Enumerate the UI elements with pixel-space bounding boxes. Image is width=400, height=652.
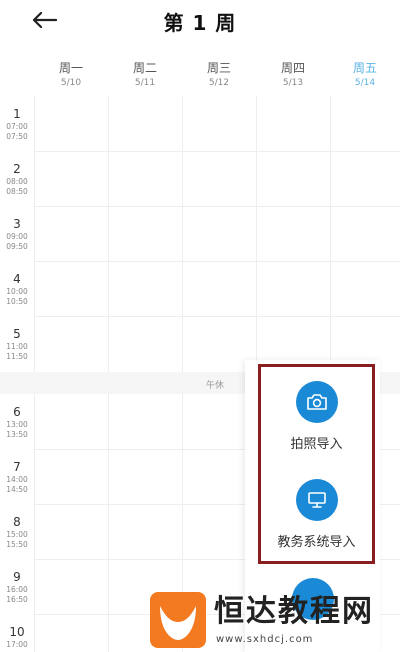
camera-icon <box>306 394 327 410</box>
page-title: 第 1 周 <box>163 11 237 35</box>
academic-system-import-button[interactable]: 教务系统导入 <box>258 479 375 550</box>
day-header-mon: 周一 5/10 <box>58 61 83 88</box>
grid-row-line <box>34 206 400 207</box>
grid-row-line <box>34 151 400 152</box>
grid-row-line <box>34 316 400 317</box>
day-header-fri: 周五 5/14 <box>352 61 377 88</box>
monitor-icon <box>307 492 326 508</box>
academic-import-label: 教务系统导入 <box>277 535 356 550</box>
period-7: 7 14:00 14:50 <box>6 460 28 494</box>
day-header-thu: 周四 5/13 <box>280 61 305 88</box>
grid-row-line <box>34 261 400 262</box>
period-2: 2 08:00 08:50 <box>6 162 28 196</box>
period-9: 9 16:00 16:50 <box>6 570 28 604</box>
academic-import-icon-circle[interactable] <box>295 479 338 521</box>
period-4: 4 10:00 10:50 <box>6 272 28 306</box>
watermark-logo-icon <box>150 592 206 648</box>
photo-import-label: 拍照导入 <box>290 437 343 452</box>
period-5: 5 11:00 11:50 <box>6 327 28 361</box>
period-1: 1 07:00 07:50 <box>6 107 28 141</box>
period-10: 10 17:00 <box>6 625 28 649</box>
watermark: 恒达教程网 www.sxhdcj.com <box>150 592 400 652</box>
watermark-text: 恒达教程网 <box>214 594 374 629</box>
period-6: 6 13:00 13:50 <box>6 405 28 439</box>
period-8: 8 15:00 15:50 <box>6 515 28 549</box>
day-header-tue: 周二 5/11 <box>132 61 157 88</box>
day-header-wed: 周三 5/12 <box>206 61 231 88</box>
watermark-url: www.sxhdcj.com <box>216 634 314 645</box>
noon-break-label: 午休 <box>206 381 225 391</box>
top-bar: 第 1 周 <box>0 0 400 44</box>
photo-import-button[interactable]: 拍照导入 <box>258 381 375 452</box>
period-3: 3 09:00 09:50 <box>6 217 28 251</box>
photo-import-icon-circle[interactable] <box>295 381 338 423</box>
